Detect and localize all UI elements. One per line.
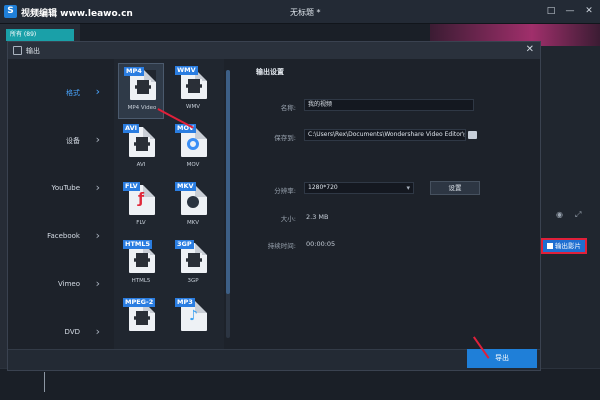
film-icon <box>134 253 150 267</box>
format-grid: MP4 MP4 Video WMV WMV AVI AVI MOV MOV ƒ … <box>114 59 224 349</box>
category-facebook[interactable]: Facebook › <box>8 227 114 247</box>
category-vimeo[interactable]: Vimeo › <box>8 275 114 295</box>
output-settings: 输出设置 名称: 我的视频 保存到: C:\Users\Rex\Document… <box>234 59 540 349</box>
chevron-right-icon: › <box>95 229 100 242</box>
format-mp4[interactable]: MP4 MP4 Video <box>118 63 164 119</box>
format-caption: HTML5 <box>131 278 151 284</box>
category-label: Facebook <box>47 232 80 240</box>
format-tag: AVI <box>123 124 140 133</box>
format-html5[interactable]: HTML5 HTML5 <box>118 237 164 293</box>
dialog-header: 输出 ✕ <box>8 42 540 59</box>
format-tag: MP4 <box>124 67 144 76</box>
duration-value: 00:00:05 <box>306 240 336 248</box>
path-label: 保存到: <box>274 134 296 142</box>
format-scrollbar-thumb[interactable] <box>226 70 230 294</box>
format-avi[interactable]: AVI AVI <box>118 121 164 177</box>
film-icon <box>186 253 202 267</box>
duration-label: 持续时间: <box>267 242 296 250</box>
name-label: 名称: <box>280 104 296 112</box>
flash-icon: ƒ <box>138 191 145 207</box>
category-youtube[interactable]: YouTube › <box>8 179 114 199</box>
dialog-window-icon <box>13 46 22 55</box>
format-caption: WMV <box>186 104 200 110</box>
chevron-right-icon: › <box>95 85 100 98</box>
format-tag: MPEG-2 <box>123 298 156 307</box>
preview-controls: ◉ ⤢ <box>556 210 581 220</box>
format-caption: MKV <box>186 220 200 226</box>
preview-side-panel <box>540 46 600 400</box>
chevron-right-icon: › <box>95 181 100 194</box>
dialog-close-icon[interactable]: ✕ <box>526 44 534 55</box>
size-value: 2.3 MB <box>306 213 329 221</box>
export-video-button[interactable]: 输出影片 <box>541 238 587 254</box>
path-input[interactable]: C:\Users\Rex\Documents\Wondershare Video… <box>304 129 466 141</box>
format-caption: MOV <box>186 162 200 168</box>
film-icon <box>134 137 150 151</box>
timeline-playhead[interactable] <box>44 372 45 392</box>
timeline-panel <box>0 368 600 400</box>
format-tag: HTML5 <box>123 240 153 249</box>
format-tag: MP3 <box>175 298 195 307</box>
document-title: 无标题 * <box>290 8 321 17</box>
dialog-title: 输出 <box>26 47 40 55</box>
category-dvd[interactable]: DVD › <box>8 323 114 343</box>
format-tag: 3GP <box>175 240 194 249</box>
dialog-footer <box>8 349 540 370</box>
format-mpeg2[interactable]: MPEG-2 <box>118 295 164 349</box>
format-mp3[interactable]: ♪ MP3 <box>170 295 216 349</box>
format-tag: MKV <box>175 182 196 191</box>
chevron-right-icon: › <box>95 133 100 146</box>
category-label: 设备 <box>66 137 80 145</box>
export-video-label: 输出影片 <box>555 242 581 250</box>
media-tab-all[interactable]: 所有 (89) <box>6 29 74 41</box>
category-label: YouTube <box>51 184 80 192</box>
export-button[interactable]: 导出 <box>467 349 537 368</box>
app-logo-icon: S <box>4 5 17 18</box>
format-flv[interactable]: ƒ FLV FLV <box>118 179 164 235</box>
format-caption: AVI <box>136 162 146 168</box>
app-title: 视频编辑 www.leawo.cn <box>21 9 133 19</box>
name-input[interactable]: 我的视频 <box>304 99 474 111</box>
format-wmv[interactable]: WMV WMV <box>170 63 216 119</box>
resolution-label: 分辨率: <box>274 187 296 195</box>
format-caption: 3GP <box>187 278 199 284</box>
chevron-right-icon: › <box>95 325 100 338</box>
category-format[interactable]: 格式 › <box>8 83 114 103</box>
film-icon <box>135 80 151 94</box>
resolution-select[interactable]: 1280*720 ▾ <box>304 182 414 194</box>
format-mkv[interactable]: MKV MKV <box>170 179 216 235</box>
mkv-icon <box>187 196 199 208</box>
setup-button[interactable]: 设置 <box>430 181 480 195</box>
chevron-down-icon: ▾ <box>406 184 410 192</box>
format-caption: FLV <box>136 220 146 226</box>
folder-icon[interactable] <box>468 131 477 139</box>
film-icon <box>134 311 150 325</box>
settings-title: 输出设置 <box>256 68 284 76</box>
resolution-value: 1280*720 <box>308 184 338 191</box>
snapshot-icon[interactable]: ◉ <box>556 210 563 220</box>
quicktime-icon <box>187 138 199 150</box>
export-icon <box>547 243 553 249</box>
close-window-icon[interactable]: ✕ <box>584 6 594 16</box>
category-label: 格式 <box>66 89 80 97</box>
film-icon <box>186 79 202 93</box>
category-label: DVD <box>64 328 80 336</box>
minimize-icon[interactable]: — <box>565 6 575 16</box>
window-controls: □ — ✕ <box>546 6 594 16</box>
category-label: Vimeo <box>58 280 80 288</box>
fullscreen-icon[interactable]: ⤢ <box>575 210 581 220</box>
chevron-right-icon: › <box>95 277 100 290</box>
export-dialog: 输出 ✕ 格式 › 设备 › YouTube › Facebook › Vime… <box>7 41 541 371</box>
category-list: 格式 › 设备 › YouTube › Facebook › Vimeo › D… <box>8 59 114 349</box>
format-3gp[interactable]: 3GP 3GP <box>170 237 216 293</box>
size-label: 大小: <box>280 215 296 223</box>
format-mov[interactable]: MOV MOV <box>170 121 216 177</box>
format-tag: FLV <box>123 182 140 191</box>
category-device[interactable]: 设备 › <box>8 131 114 151</box>
format-tag: WMV <box>175 66 198 75</box>
title-bar: S 视频编辑 www.leawo.cn 无标题 * □ — ✕ <box>0 0 600 24</box>
maximize-icon[interactable]: □ <box>546 6 556 16</box>
music-note-icon: ♪ <box>189 308 198 324</box>
